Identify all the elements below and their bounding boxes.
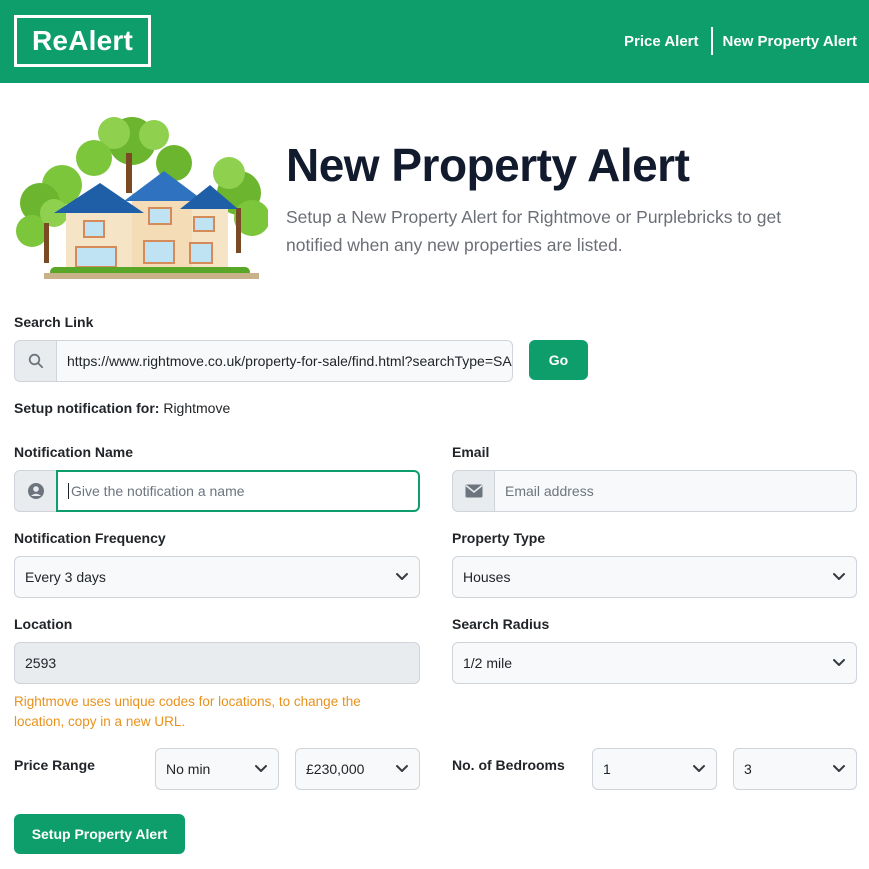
- setup-notification-for: Setup notification for: Rightmove: [14, 400, 230, 416]
- chevron-down-icon: [833, 573, 845, 580]
- setup-for-value: Rightmove: [163, 400, 231, 416]
- go-button[interactable]: Go: [529, 340, 588, 380]
- search-radius-value: 1/2 mile: [463, 655, 513, 671]
- property-type-value: Houses: [463, 569, 511, 585]
- price-range-label: Price Range: [14, 757, 95, 773]
- notification-name-label: Notification Name: [14, 444, 134, 460]
- location-label: Location: [14, 616, 73, 632]
- email-group: Email address: [452, 470, 857, 512]
- location-help-text: Rightmove uses unique codes for location…: [14, 694, 361, 729]
- chevron-down-icon: [396, 765, 408, 772]
- user-circle-icon: [14, 470, 56, 512]
- email-input[interactable]: Email address: [494, 470, 857, 512]
- price-min-value: No min: [166, 761, 211, 777]
- house-illustration: [16, 117, 268, 279]
- chevron-down-icon: [833, 765, 845, 772]
- page-subtitle: Setup a New Property Alert for Rightmove…: [286, 207, 782, 255]
- search-link-input[interactable]: https://www.rightmove.co.uk/property-for…: [56, 340, 513, 382]
- price-max-select[interactable]: £230,000: [295, 748, 420, 790]
- page-title: New Property Alert: [286, 139, 690, 191]
- property-type-label: Property Type: [452, 530, 546, 546]
- notification-name-input[interactable]: Give the notification a name: [56, 470, 420, 512]
- search-radius-label: Search Radius: [452, 616, 550, 632]
- bedrooms-min-select[interactable]: 1: [592, 748, 717, 790]
- price-min-select[interactable]: No min: [155, 748, 279, 790]
- property-type-select[interactable]: Houses: [452, 556, 857, 598]
- price-max-value: £230,000: [306, 761, 365, 777]
- nav-links: Price Alert New Property Alert: [624, 27, 857, 55]
- chevron-down-icon: [693, 765, 705, 772]
- notification-frequency-select[interactable]: Every 3 days: [14, 556, 420, 598]
- chevron-down-icon: [255, 765, 267, 772]
- chevron-down-icon: [833, 659, 845, 666]
- setup-for-label: Setup notification for:: [14, 400, 160, 416]
- envelope-icon: [452, 470, 494, 512]
- search-link-group: https://www.rightmove.co.uk/property-for…: [14, 340, 513, 382]
- notification-name-group: Give the notification a name: [14, 470, 420, 512]
- text-caret: [68, 483, 69, 499]
- search-icon: [14, 340, 56, 382]
- chevron-down-icon: [396, 573, 408, 580]
- setup-property-alert-button[interactable]: Setup Property Alert: [14, 814, 185, 854]
- bedrooms-min-value: 1: [603, 761, 611, 777]
- nav-link-price-alert[interactable]: Price Alert: [624, 33, 698, 50]
- nav-divider: [710, 27, 713, 55]
- location-input: 2593: [14, 642, 420, 684]
- notification-frequency-value: Every 3 days: [25, 569, 106, 585]
- notification-name-placeholder: Give the notification a name: [71, 483, 245, 499]
- search-link-label: Search Link: [14, 314, 94, 330]
- notification-frequency-label: Notification Frequency: [14, 530, 166, 546]
- search-radius-select[interactable]: 1/2 mile: [452, 642, 857, 684]
- top-navbar: ReAlert Price Alert New Property Alert: [0, 0, 869, 83]
- email-label: Email: [452, 444, 490, 460]
- nav-link-new-property-alert[interactable]: New Property Alert: [723, 33, 857, 50]
- logo[interactable]: ReAlert: [14, 15, 151, 67]
- bedrooms-max-value: 3: [744, 761, 752, 777]
- bedrooms-max-select[interactable]: 3: [733, 748, 857, 790]
- bedrooms-label: No. of Bedrooms: [452, 757, 565, 773]
